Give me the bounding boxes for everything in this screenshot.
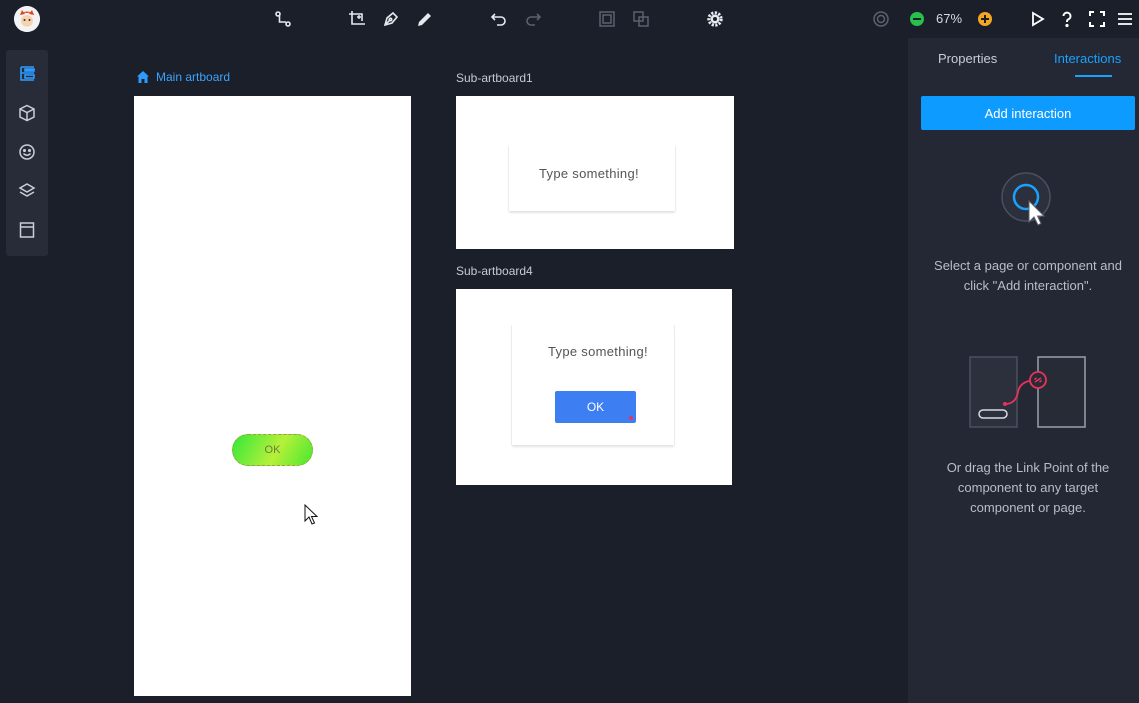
group-button[interactable] <box>596 8 618 30</box>
emoji-icon <box>19 144 35 160</box>
click-target-illustration-icon <box>1001 172 1051 226</box>
add-interaction-label: Add interaction <box>984 105 1072 121</box>
settings-icon <box>707 11 723 27</box>
sub4-dialog-text: Type something! <box>548 344 648 359</box>
tab-properties[interactable]: Properties <box>938 51 997 66</box>
undo-button[interactable] <box>488 8 510 30</box>
group-icon <box>599 11 615 27</box>
active-tab-indicator <box>1075 75 1112 77</box>
zoom-out-icon <box>910 12 924 26</box>
link-point-illustration-icon <box>969 356 1086 428</box>
pencil-icon <box>418 13 431 26</box>
home-icon <box>137 71 149 83</box>
zoom-level: 67% <box>936 11 963 26</box>
sub1-dialog[interactable]: Type something! <box>508 146 676 211</box>
sub-artboard1-label[interactable]: Sub-artboard1 <box>456 71 533 85</box>
layers-tree-icon <box>20 66 35 81</box>
ungroup-button[interactable] <box>630 8 652 30</box>
connect-button[interactable] <box>272 8 294 30</box>
zoom-out-button[interactable] <box>906 8 928 30</box>
redo-button[interactable] <box>522 8 544 30</box>
mouse-cursor-icon <box>304 504 318 525</box>
sub-artboard4[interactable]: Type something! OK <box>456 289 732 485</box>
sub4-ok-label: OK <box>586 400 605 414</box>
rail-layers-tree[interactable] <box>17 64 37 84</box>
fullscreen-icon <box>1089 11 1105 27</box>
zoom-in-icon <box>978 12 992 26</box>
add-artboard-button[interactable] <box>346 8 368 30</box>
pen-tool-button[interactable] <box>380 8 402 30</box>
menu-button[interactable] <box>1114 8 1136 30</box>
main-artboard[interactable] <box>134 96 411 696</box>
target-icon <box>873 11 889 27</box>
hint-drag: Or drag the Link Point of the component … <box>946 460 1110 515</box>
sub4-dialog[interactable]: Type something! OK <box>511 325 675 445</box>
pen-icon <box>383 11 399 27</box>
avatar-icon <box>14 6 40 32</box>
link-point-dot[interactable] <box>629 416 633 420</box>
preview-button[interactable] <box>1026 8 1048 30</box>
undo-icon <box>490 13 506 26</box>
hint-select: Select a page or component and click "Ad… <box>934 258 1122 293</box>
sub1-dialog-text: Type something! <box>539 166 639 181</box>
rail-components[interactable] <box>17 103 37 123</box>
focus-button[interactable] <box>870 8 892 30</box>
main-artboard-label[interactable]: Main artboard <box>136 70 230 84</box>
settings-button[interactable] <box>704 8 726 30</box>
help-button[interactable] <box>1056 8 1078 30</box>
pencil-tool-button[interactable] <box>414 8 436 30</box>
rail-emoji[interactable] <box>17 142 37 162</box>
connect-icon <box>275 11 291 27</box>
right-panel: Properties Interactions Add interaction … <box>908 38 1139 703</box>
main-artboard-title: Main artboard <box>156 70 231 84</box>
rail-page[interactable] <box>17 220 37 240</box>
fullscreen-button[interactable] <box>1086 8 1108 30</box>
sub-artboard1[interactable]: Type something! <box>456 96 734 249</box>
help-icon <box>1062 11 1072 28</box>
sub4-ok-button[interactable]: OK <box>555 391 636 423</box>
tab-interactions[interactable]: Interactions <box>1054 51 1121 66</box>
sub-artboard4-label[interactable]: Sub-artboard4 <box>456 264 533 278</box>
crop-add-icon <box>349 11 365 25</box>
stack-icon <box>18 183 36 197</box>
rail-stack[interactable] <box>17 181 37 201</box>
add-interaction-button[interactable]: Add interaction <box>921 96 1135 130</box>
menu-icon <box>1118 13 1132 25</box>
main-ok-label: OK <box>264 444 281 456</box>
user-avatar[interactable] <box>14 6 40 32</box>
main-ok-button[interactable]: OK <box>232 434 313 466</box>
components-icon <box>19 104 35 122</box>
redo-icon <box>526 13 542 26</box>
zoom-in-button[interactable] <box>974 8 996 30</box>
ungroup-icon <box>633 11 649 27</box>
page-icon <box>19 222 35 238</box>
left-tool-rail <box>6 50 48 256</box>
play-icon <box>1032 11 1045 27</box>
top-toolbar: 67% <box>0 0 1139 38</box>
